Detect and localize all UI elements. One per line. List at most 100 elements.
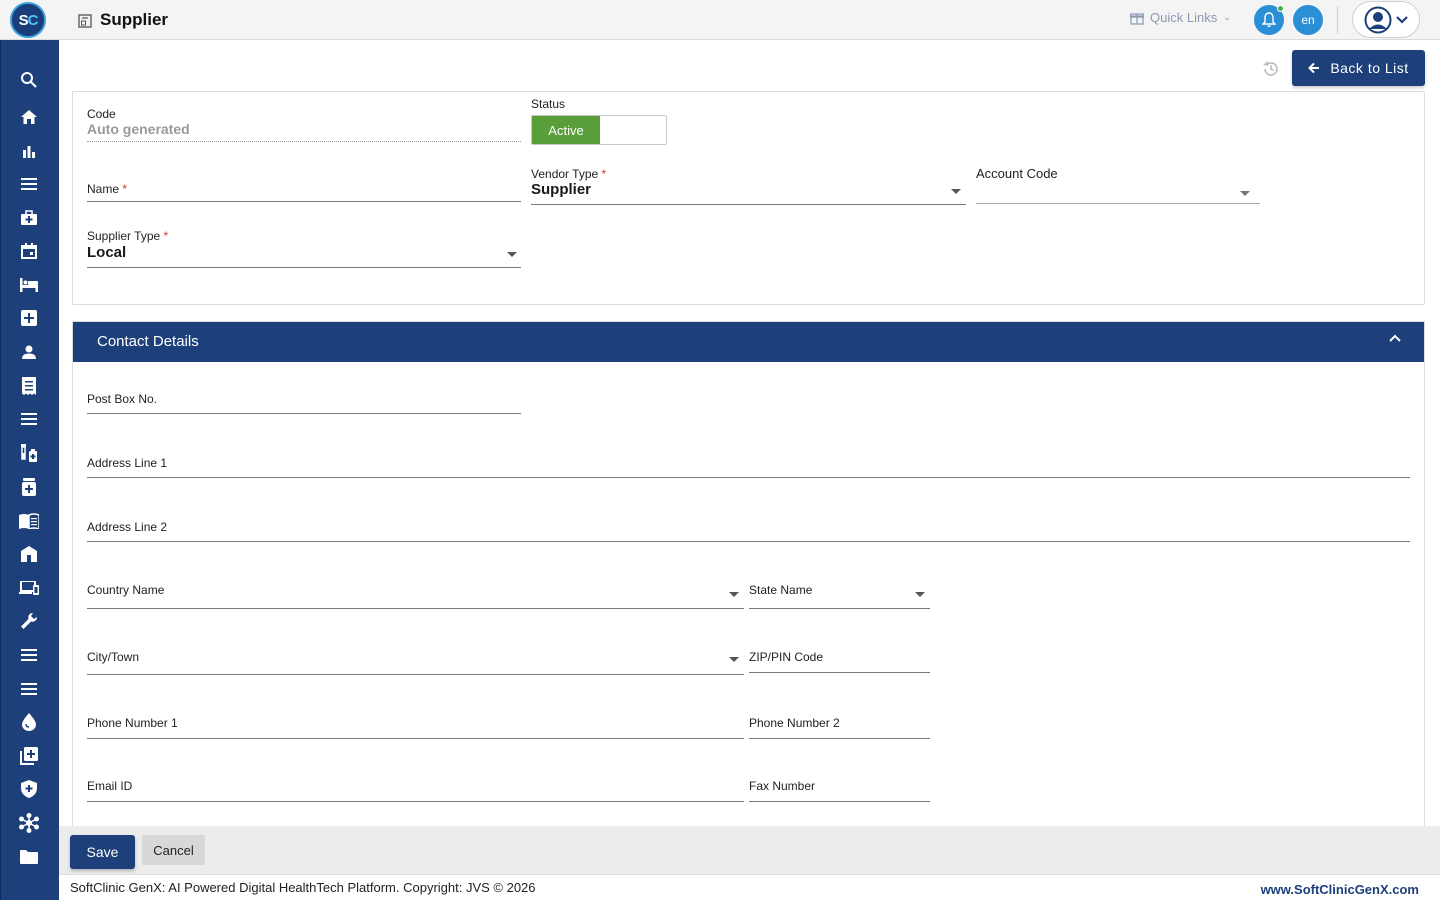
form-action-bar: Save Cancel bbox=[59, 826, 1440, 874]
post-box-input[interactable] bbox=[87, 413, 521, 414]
account-code-label: Account Code bbox=[976, 166, 1058, 181]
language-button[interactable]: en bbox=[1293, 5, 1323, 35]
country-name-label: Country Name bbox=[87, 583, 165, 597]
receipt-icon[interactable] bbox=[17, 374, 41, 398]
chevron-down-icon bbox=[1396, 15, 1408, 24]
fax-number-label: Fax Number bbox=[749, 779, 816, 793]
sidebar bbox=[0, 40, 59, 900]
contact-details-section: Contact Details Post Box No. Address Lin… bbox=[72, 321, 1425, 831]
top-bar: SC Supplier Quick Links ⌄ en bbox=[0, 0, 1440, 40]
name-label: Name * bbox=[87, 182, 128, 196]
history-icon[interactable] bbox=[1262, 60, 1280, 78]
phone-number2-input[interactable] bbox=[749, 738, 930, 739]
menu-icon[interactable] bbox=[17, 172, 41, 196]
account-code-select[interactable] bbox=[1240, 191, 1250, 196]
app-logo[interactable]: SC bbox=[10, 2, 46, 38]
status-active-option[interactable]: Active bbox=[532, 116, 600, 144]
city-town-select[interactable] bbox=[87, 674, 744, 675]
menu-icon[interactable] bbox=[17, 677, 41, 701]
address-line2-label: Address Line 2 bbox=[87, 520, 168, 534]
copyright-text: SoftClinic GenX: AI Powered Digital Heal… bbox=[70, 880, 536, 895]
supplier-form-card: Code Auto generated Status Active Name *… bbox=[72, 91, 1425, 305]
phone-number1-input[interactable] bbox=[87, 738, 744, 739]
list-icon[interactable] bbox=[17, 407, 41, 431]
vendor-type-label: Vendor Type * bbox=[531, 167, 607, 181]
address-line1-label: Address Line 1 bbox=[87, 456, 168, 470]
status-toggle[interactable]: Active bbox=[531, 115, 667, 145]
form-icon bbox=[78, 14, 92, 28]
zip-code-input[interactable] bbox=[749, 672, 930, 673]
menu-icon[interactable] bbox=[17, 643, 41, 667]
caret-down-icon[interactable] bbox=[729, 657, 739, 662]
notification-dot bbox=[1277, 5, 1284, 12]
gift-icon bbox=[1130, 12, 1144, 25]
supplier-type-underline bbox=[87, 267, 521, 268]
code-underline bbox=[87, 141, 521, 142]
home-icon[interactable] bbox=[17, 105, 41, 129]
caret-down-icon[interactable] bbox=[915, 592, 925, 597]
code-label: Code bbox=[87, 107, 116, 121]
wrench-icon[interactable] bbox=[17, 609, 41, 633]
phone-number2-label: Phone Number 2 bbox=[749, 716, 840, 730]
add-box-icon[interactable] bbox=[17, 744, 41, 768]
avatar-icon bbox=[1364, 6, 1392, 33]
country-name-select[interactable] bbox=[87, 608, 744, 609]
state-name-select[interactable] bbox=[749, 608, 930, 609]
drop-icon[interactable] bbox=[17, 710, 41, 734]
save-button[interactable]: Save bbox=[70, 835, 135, 869]
contact-details-header[interactable]: Contact Details bbox=[73, 322, 1424, 362]
website-link[interactable]: www.SoftClinicGenX.com bbox=[1261, 882, 1419, 897]
user-menu-button[interactable] bbox=[1352, 1, 1420, 38]
folder-icon[interactable] bbox=[17, 845, 41, 869]
email-id-label: Email ID bbox=[87, 779, 133, 793]
vendor-type-select[interactable]: Supplier bbox=[531, 181, 591, 198]
address-line2-input[interactable] bbox=[87, 541, 1410, 542]
zip-code-label: ZIP/PIN Code bbox=[749, 650, 824, 664]
medical-bag-icon[interactable] bbox=[17, 206, 41, 230]
calendar-icon[interactable] bbox=[17, 239, 41, 263]
account-code-underline bbox=[976, 203, 1260, 204]
quick-links-menu[interactable]: Quick Links ⌄ bbox=[1130, 10, 1231, 25]
divider bbox=[1337, 6, 1338, 34]
back-to-list-label: Back to List bbox=[1330, 60, 1409, 76]
caret-down-icon[interactable] bbox=[507, 252, 517, 257]
caret-down-icon[interactable] bbox=[729, 592, 739, 597]
search-icon[interactable] bbox=[17, 68, 41, 92]
status-label: Status bbox=[531, 97, 566, 111]
chevron-up-icon[interactable] bbox=[1389, 334, 1401, 342]
main-content: Back to List Code Auto generated Status … bbox=[59, 40, 1440, 831]
network-icon[interactable] bbox=[17, 811, 41, 835]
bed-icon[interactable] bbox=[17, 273, 41, 297]
pharmacy-icon[interactable] bbox=[17, 475, 41, 499]
fax-number-input[interactable] bbox=[749, 801, 930, 802]
caret-down-icon[interactable] bbox=[951, 189, 961, 194]
email-id-input[interactable] bbox=[87, 801, 744, 802]
contact-details-title: Contact Details bbox=[97, 333, 199, 350]
post-box-label: Post Box No. bbox=[87, 392, 158, 406]
supplier-type-label: Supplier Type * bbox=[87, 229, 169, 243]
city-town-label: City/Town bbox=[87, 650, 140, 664]
quick-links-label: Quick Links bbox=[1150, 10, 1218, 25]
bell-icon bbox=[1262, 12, 1276, 28]
vendor-type-underline bbox=[531, 204, 966, 205]
person-icon[interactable] bbox=[17, 340, 41, 364]
state-name-label: State Name bbox=[749, 583, 813, 597]
chevron-down-icon: ⌄ bbox=[1223, 12, 1231, 22]
bar-chart-icon[interactable] bbox=[17, 139, 41, 163]
page-title: Supplier bbox=[100, 10, 169, 29]
lab-icon[interactable] bbox=[17, 441, 41, 465]
footer: SoftClinic GenX: AI Powered Digital Heal… bbox=[59, 874, 1440, 900]
back-to-list-button[interactable]: Back to List bbox=[1292, 50, 1425, 86]
shield-icon[interactable] bbox=[17, 777, 41, 801]
book-icon[interactable] bbox=[17, 509, 41, 533]
phone-number1-label: Phone Number 1 bbox=[87, 716, 178, 730]
devices-icon[interactable] bbox=[17, 576, 41, 600]
supplier-type-select[interactable]: Local bbox=[87, 244, 126, 261]
address-line1-input[interactable] bbox=[87, 477, 1410, 478]
arrow-left-icon bbox=[1308, 62, 1320, 74]
building-icon[interactable] bbox=[17, 542, 41, 566]
name-input[interactable] bbox=[87, 201, 521, 202]
plus-box-icon[interactable] bbox=[17, 306, 41, 330]
cancel-button[interactable]: Cancel bbox=[142, 835, 205, 865]
code-field: Auto generated bbox=[87, 121, 190, 137]
